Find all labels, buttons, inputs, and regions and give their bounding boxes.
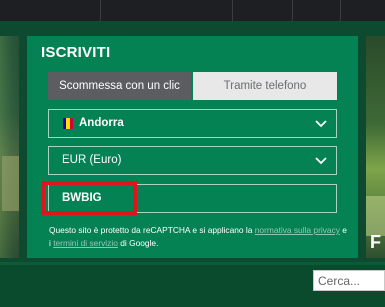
currency-value: EUR (Euro) — [62, 154, 122, 166]
privacy-policy-link[interactable]: normativa sulla privacy — [255, 225, 340, 235]
terms-of-service-link[interactable]: termini di servizio — [53, 238, 118, 248]
banner-headline: F — [370, 232, 381, 252]
tab-one-click-bet[interactable]: Scommessa con un clic — [48, 72, 191, 100]
right-promo-banner[interactable]: F V — [366, 36, 385, 258]
recaptcha-text: di Google. — [117, 238, 159, 248]
recaptcha-notice: Questo sito è protetto da reCAPTCHA e si… — [49, 224, 349, 250]
banner-image-highlight — [366, 196, 385, 236]
currency-select[interactable]: EUR (Euro) — [48, 146, 337, 175]
andorra-flag-icon — [63, 118, 73, 129]
chevron-down-icon — [315, 157, 327, 165]
tab-by-phone[interactable]: Tramite telefono — [193, 72, 337, 100]
top-nav-divider — [340, 0, 341, 21]
signup-title: ISCRIVITI — [41, 44, 111, 61]
signup-panel: ISCRIVITI Scommessa con un clic Tramite … — [27, 36, 358, 258]
top-nav-divider — [100, 0, 101, 21]
promo-code-highlight-box — [41, 181, 137, 215]
country-value: Andorra — [79, 117, 124, 129]
top-nav-bar — [0, 0, 385, 21]
search-input[interactable] — [313, 270, 385, 291]
recaptcha-text: Questo sito è protetto da reCAPTCHA e si… — [49, 225, 255, 235]
left-promo-banner[interactable] — [0, 36, 19, 258]
top-nav-divider — [292, 0, 293, 21]
country-select[interactable]: Andorra — [48, 109, 337, 138]
banner-image-highlight — [2, 156, 19, 211]
banner-image — [0, 36, 19, 258]
chevron-down-icon — [315, 120, 327, 128]
footer-divider — [0, 262, 385, 265]
top-nav-divider — [232, 0, 233, 21]
